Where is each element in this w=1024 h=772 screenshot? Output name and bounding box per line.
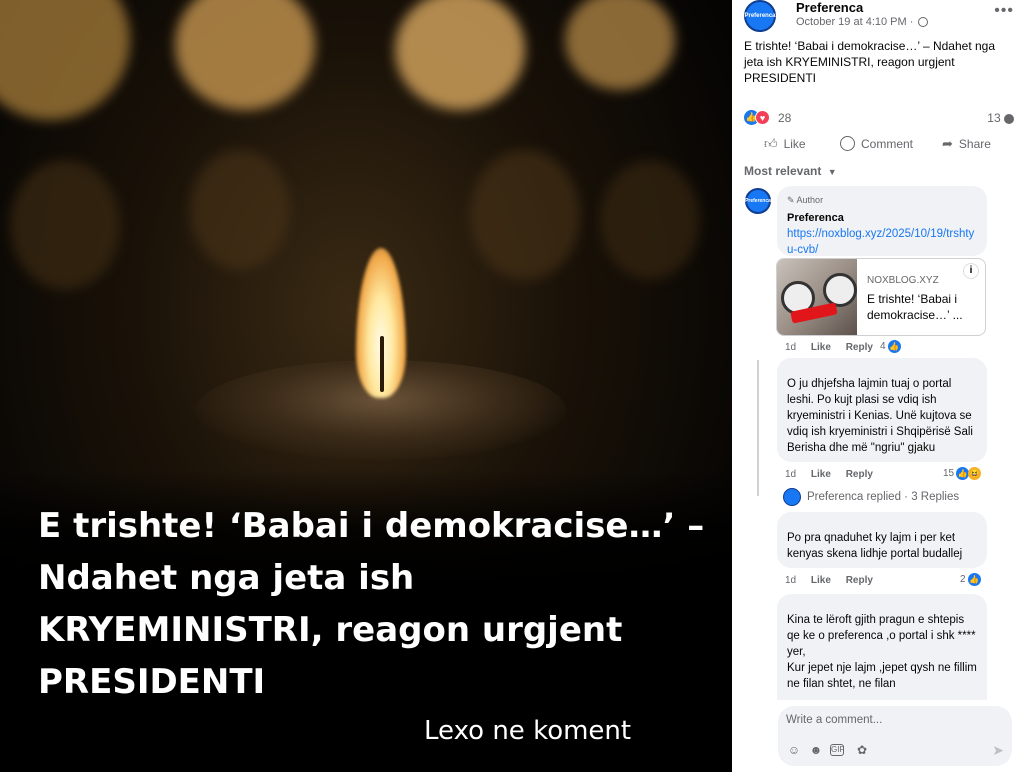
comment-meta: 1d Like Reply: [785, 342, 885, 353]
bokeh-light: [175, 0, 315, 110]
comment-avatar[interactable]: Preferenca: [745, 188, 771, 214]
comment-reactions[interactable]: 2 👍: [960, 573, 981, 586]
post-timestamp[interactable]: October 19 at 4:10 PM ·: [796, 16, 929, 28]
replies-toggle[interactable]: Preferenca replied · 3 Replies: [783, 488, 959, 506]
post-date-text: October 19 at 4:10 PM ·: [796, 16, 914, 28]
comment-icon: [840, 136, 855, 151]
author-badge: ✎ Author: [787, 195, 824, 205]
image-cta: Lexo ne koment: [424, 716, 632, 746]
comment-button[interactable]: Comment: [840, 136, 913, 151]
image-headline: E trishte! ‘Babai i demokracise…’ – Ndah…: [38, 506, 705, 702]
share-label: Share: [958, 137, 991, 151]
author-badge-label: Author: [796, 195, 824, 205]
comment-box[interactable]: ☺ ☻ GIF ✿ ➤: [778, 706, 1012, 766]
reaction-icons[interactable]: 👍 ♥: [744, 110, 770, 126]
gif-icon[interactable]: GIF: [830, 744, 844, 756]
comment-time[interactable]: 1d: [785, 575, 796, 586]
comment-like-count: 15: [943, 468, 955, 479]
comment-author[interactable]: Preferenca: [787, 210, 977, 226]
chevron-down-icon: ▼: [827, 167, 837, 177]
comment-reactions[interactable]: 15 👍 😆: [943, 467, 982, 480]
comment-sort-dropdown[interactable]: Most relevant ▼: [744, 164, 837, 178]
info-icon[interactable]: i: [963, 263, 979, 279]
bokeh-light: [395, 0, 525, 110]
comment-like-button[interactable]: Like: [811, 575, 831, 586]
comment-text: O ju dhjefsha lajmin tuaj o portal leshi…: [787, 378, 973, 454]
comment-count-number: 13: [987, 111, 1001, 125]
comment-text: Po pra qnaduhet ky lajm i per ket kenyas…: [787, 532, 963, 560]
comment-bubble: ✎ Author Preferenca https://noxblog.xyz/…: [777, 186, 987, 256]
send-icon[interactable]: ➤: [992, 742, 1004, 759]
comment-link[interactable]: https://noxblog.xyz/2025/10/19/trshtyu-c…: [787, 226, 977, 258]
avatar-sticker-icon[interactable]: ☺: [786, 742, 802, 758]
post-image[interactable]: E trishte! ‘Babai i demokracise…’ – Ndah…: [0, 0, 732, 772]
comment-reply-button[interactable]: Reply: [846, 575, 873, 586]
link-preview-card[interactable]: NOXBLOG.XYZ E trishte! ‘Babai i demokrac…: [776, 258, 986, 336]
replier-avatar: [783, 488, 801, 506]
comment-like-button[interactable]: Like: [811, 469, 831, 480]
comment-composer: ☺ ☻ GIF ✿ ➤: [732, 700, 1024, 772]
share-button[interactable]: ➦ Share: [942, 136, 991, 152]
comment-input[interactable]: [786, 714, 996, 726]
comment-like-button[interactable]: Like: [811, 342, 831, 353]
comment-meta: 1d Like Reply: [785, 469, 885, 480]
sticker-icon[interactable]: ✿: [854, 742, 870, 758]
post-text: E trishte! ‘Babai i demokracise…’ – Ndah…: [744, 39, 996, 85]
comment-bubble: O ju dhjefsha lajmin tuaj o portal leshi…: [777, 358, 987, 462]
bokeh-light: [600, 160, 700, 280]
like-reaction-icon: 👍: [967, 573, 981, 586]
clock-icon: [823, 273, 857, 307]
comment-bubble: Kina te lëroft gjith pragun e shtepis qe…: [777, 594, 987, 704]
bokeh-light: [470, 150, 580, 280]
bokeh-light: [10, 160, 120, 290]
comment-time[interactable]: 1d: [785, 469, 796, 480]
page-avatar[interactable]: Preferenca: [744, 0, 776, 32]
comment-meta: 1d Like Reply: [785, 575, 885, 586]
comment-label: Comment: [861, 136, 914, 151]
link-preview-image: [777, 259, 857, 335]
comment-like-count: 4: [880, 341, 886, 352]
comment-reactions[interactable]: 4 👍: [880, 340, 901, 353]
post-header: Preferenca Preferenca October 19 at 4:10…: [744, 0, 1014, 34]
comment-reply-button[interactable]: Reply: [846, 469, 873, 480]
comment-count[interactable]: 13: [987, 111, 1014, 125]
haha-reaction-icon: 😆: [968, 467, 982, 480]
replies-label: Preferenca replied · 3 Replies: [807, 491, 960, 503]
share-icon: ➦: [942, 136, 953, 151]
reactions-row: 👍 ♥ 28 13: [744, 110, 1014, 128]
like-button[interactable]: 👍︎ Like: [764, 136, 806, 152]
post-actions: 👍︎ Like Comment ➦ Share: [744, 134, 1014, 156]
comment-text: Kina te lëroft gjith pragun e shtepis qe…: [787, 614, 977, 690]
reaction-count[interactable]: 28: [778, 111, 791, 125]
comment-reply-button[interactable]: Reply: [846, 342, 873, 353]
sort-label: Most relevant: [744, 164, 822, 178]
bokeh-light: [190, 150, 290, 270]
link-title: E trishte! ‘Babai i demokracise…’ ...: [867, 292, 963, 322]
love-reaction-icon: ♥: [755, 110, 770, 126]
like-reaction-icon: 👍: [887, 340, 901, 353]
candle-wick: [380, 336, 384, 392]
page-name[interactable]: Preferenca: [796, 0, 863, 15]
emoji-icon[interactable]: ☻: [808, 742, 824, 758]
comment-like-count: 2: [960, 574, 966, 585]
comment-bubble: Po pra qnaduhet ky lajm i per ket kenyas…: [777, 512, 987, 568]
like-label: Like: [783, 137, 806, 151]
bokeh-light: [565, 0, 675, 90]
thumbs-up-icon: 👍︎: [764, 136, 778, 151]
bokeh-light: [0, 0, 130, 120]
comment-time[interactable]: 1d: [785, 342, 796, 353]
more-options-icon[interactable]: •••: [994, 2, 1014, 20]
comment-bubble-icon: [1004, 113, 1014, 124]
thread-line: [757, 360, 759, 496]
link-domain: NOXBLOG.XYZ: [867, 275, 939, 286]
globe-icon: [918, 17, 929, 28]
